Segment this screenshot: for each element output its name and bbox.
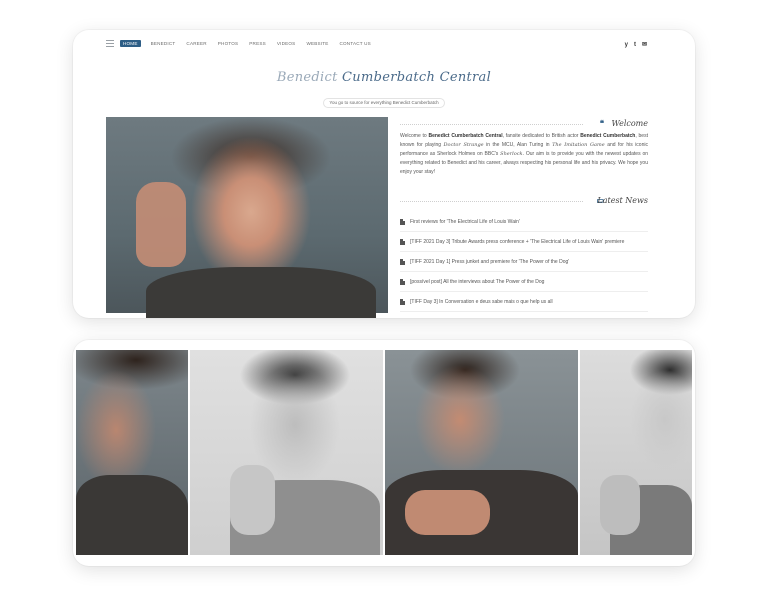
nav-item-career[interactable]: Career <box>186 40 206 47</box>
gallery-photo[interactable] <box>76 350 188 555</box>
site-title[interactable]: Benedict Cumberbatch Central <box>73 70 695 85</box>
tumblr-icon[interactable]: t <box>634 42 636 48</box>
twitter-icon[interactable]: y <box>625 42 628 48</box>
news-list: First reviews for 'The Electrical Life o… <box>400 212 648 312</box>
photo-gallery-card <box>73 340 695 566</box>
top-navigation: Home Benedict Career Photos Press Videos… <box>73 30 695 58</box>
site-preview-card: Home Benedict Career Photos Press Videos… <box>73 30 695 318</box>
document-icon <box>400 278 405 285</box>
welcome-heading: ❝ Welcome <box>400 119 648 129</box>
news-item-title[interactable]: [TIFF 2021 Day 3] Tribute Awards press c… <box>410 239 624 245</box>
list-item[interactable]: [TIFF Day 3] In Conversation e deus sabe… <box>400 292 648 312</box>
tagline-wrap: You go to source for everything Benedict… <box>73 91 695 109</box>
latest-news-heading: ▭ Latest News <box>400 196 648 206</box>
hamburger-menu-icon[interactable] <box>106 40 114 47</box>
nav-item-videos[interactable]: Videos <box>277 40 296 47</box>
quote-icon: ❝ <box>599 119 604 128</box>
nav-item-contact-us[interactable]: Contact us <box>340 40 371 47</box>
welcome-text: Welcome to Benedict Cumberbatch Central,… <box>400 132 648 177</box>
hero-photo-shirt <box>146 267 376 318</box>
document-icon <box>400 238 405 245</box>
site-title-part1: Benedict <box>276 70 343 85</box>
document-icon <box>400 298 405 305</box>
list-item[interactable]: [TIFF 2021 Day 3] Tribute Awards press c… <box>400 232 648 252</box>
welcome-actor-name: Benedict Cumberbatch <box>580 133 636 139</box>
social-links: y t ✉ <box>625 42 647 48</box>
latest-news-title: Latest News <box>597 196 648 205</box>
news-item-title[interactable]: [TIFF 2021 Day 1] Press junket and premi… <box>410 259 569 265</box>
gallery-photo[interactable] <box>580 350 692 555</box>
nav-item-photos[interactable]: Photos <box>218 40 239 47</box>
site-title-part2: Cumberbatch Central <box>342 70 492 85</box>
hero-photo <box>106 117 388 318</box>
welcome-show: Sherlock <box>500 151 523 157</box>
welcome-divider <box>400 124 583 125</box>
site-tagline: You go to source for everything Benedict… <box>323 98 445 108</box>
news-item-title[interactable]: [TIFF Day 3] In Conversation e deus sabe… <box>410 299 553 305</box>
hero-photo-hand <box>136 182 186 267</box>
welcome-film: The Imitation Game <box>552 142 605 148</box>
gallery-photo-body <box>76 475 188 555</box>
welcome-role: Doctor Strange <box>443 142 484 148</box>
nav-item-press[interactable]: Press <box>249 40 266 47</box>
mail-icon[interactable]: ✉ <box>642 42 647 48</box>
news-divider <box>400 201 583 202</box>
list-item[interactable]: [possível post] All the interviews about… <box>400 272 648 292</box>
document-icon <box>400 258 405 265</box>
gallery-photo[interactable] <box>385 350 578 555</box>
list-item[interactable]: [TIFF 2021 Day 1] Press junket and premi… <box>400 252 648 272</box>
welcome-text-segment: , fansite dedicated to British actor <box>502 133 581 139</box>
nav-items: Home Benedict Career Photos Press Videos… <box>120 40 382 47</box>
welcome-title: Welcome <box>611 119 648 128</box>
nav-item-home[interactable]: Home <box>120 40 141 47</box>
nav-item-benedict[interactable]: Benedict <box>151 40 176 47</box>
list-item[interactable]: First reviews for 'The Electrical Life o… <box>400 212 648 232</box>
document-icon <box>400 218 405 225</box>
gallery-photo[interactable] <box>190 350 383 555</box>
gallery-photo-hand <box>230 465 275 535</box>
news-item-title[interactable]: First reviews for 'The Electrical Life o… <box>410 219 520 225</box>
nav-item-website[interactable]: Website <box>306 40 328 47</box>
welcome-text-segment: Welcome to <box>400 133 429 139</box>
welcome-site-name: Benedict Cumberbatch Central <box>428 133 503 139</box>
gallery-photo-hand <box>405 490 490 535</box>
welcome-text-segment: in the MCU, Alan Turing in <box>483 142 553 148</box>
news-item-title[interactable]: [possível post] All the interviews about… <box>410 279 544 285</box>
gallery-photo-hand <box>600 475 640 535</box>
